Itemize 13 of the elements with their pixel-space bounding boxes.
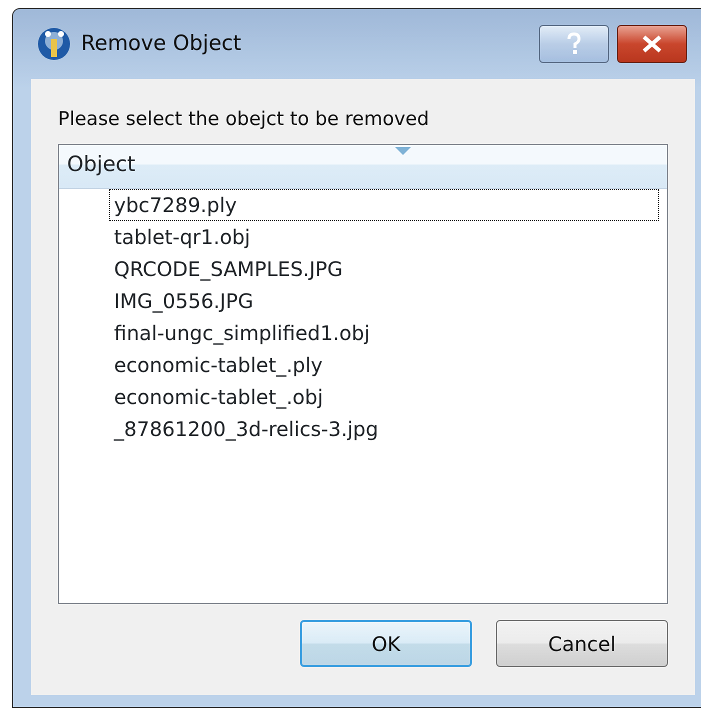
- column-header[interactable]: Object: [59, 144, 667, 188]
- list-item[interactable]: economic-tablet_.ply: [109, 348, 659, 380]
- list-item[interactable]: _87861200_3d-relics-3.jpg: [109, 412, 659, 444]
- prompt-text: Please select the obejct to be removed: [58, 107, 430, 132]
- cancel-button[interactable]: Cancel: [496, 620, 668, 667]
- list-item[interactable]: final-ungc_simplified1.obj: [109, 316, 659, 348]
- list-item[interactable]: IMG_0556.JPG: [109, 284, 659, 316]
- list-item[interactable]: economic-tablet_.obj: [109, 380, 659, 412]
- list-item[interactable]: ybc7289.ply: [109, 188, 659, 220]
- ok-button[interactable]: OK: [300, 620, 472, 667]
- window-title: Remove Object: [81, 30, 242, 58]
- list-item[interactable]: QRCODE_SAMPLES.JPG: [109, 252, 659, 284]
- list-item[interactable]: tablet-qr1.obj: [109, 220, 659, 252]
